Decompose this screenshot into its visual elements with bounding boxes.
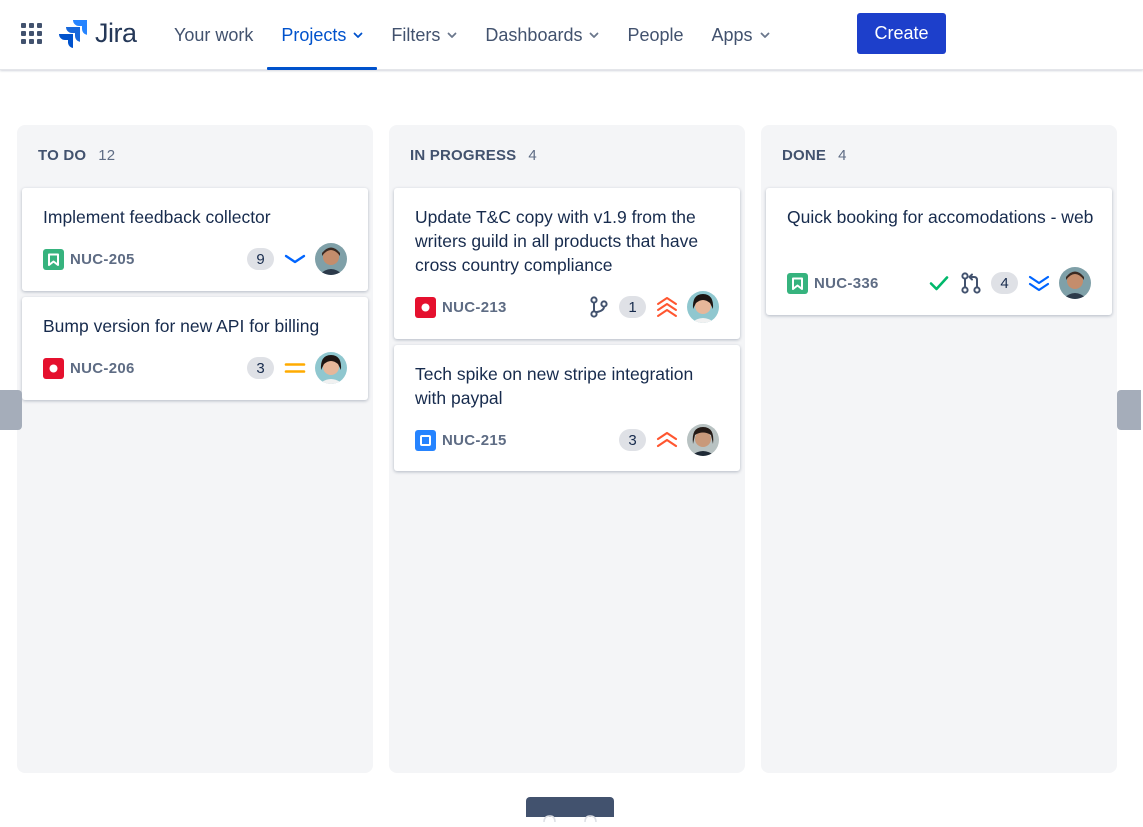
story-points-badge: 3 [619,429,646,451]
issue-title: Update T&C copy with v1.9 from the write… [415,207,699,275]
priority-high-icon [655,428,679,452]
column-count: 4 [528,147,537,164]
nav-label: People [627,24,684,45]
story-icon [787,272,808,294]
nav-projects[interactable]: Projects [267,0,378,70]
app-switcher-icon[interactable] [21,23,42,44]
priority-low-icon [283,247,307,271]
branch-icon [587,295,611,319]
column-header: DONE 4 [782,147,847,164]
board-column-in-progress: IN PROGRESS 4 Update T&C copy with v1.9 … [389,125,745,773]
story-points-badge: 4 [991,272,1018,294]
scroll-right-button[interactable] [1117,390,1141,430]
issue-card[interactable]: Implement feedback collector NUC-205 9 [22,188,368,291]
assignee-avatar[interactable] [315,352,347,384]
chevron-down-icon [354,32,363,38]
check-icon [927,271,951,295]
nav-label: Filters [391,24,441,45]
chevron-down-icon [448,32,457,38]
issue-footer: NUC-336 4 [787,267,1091,299]
nav-people[interactable]: People [613,0,697,70]
top-navigation: Jira Your work Projects Filters Dashboar… [0,0,1143,70]
chevron-down-icon [760,32,769,38]
issue-key[interactable]: NUC-206 [70,360,135,377]
primary-nav: Your work Projects Filters Dashboards Pe… [160,0,784,70]
priority-medium-icon [283,356,307,380]
column-header: IN PROGRESS 4 [410,147,537,164]
issue-key[interactable]: NUC-205 [70,251,135,268]
nav-your-work[interactable]: Your work [160,0,267,70]
story-icon [43,248,64,270]
bug-icon [415,296,436,318]
issue-title: Bump version for new API for billing [43,316,320,336]
column-title: IN PROGRESS [410,147,517,164]
story-points-badge: 1 [619,296,646,318]
story-points-badge: 3 [247,357,274,379]
assignee-avatar[interactable] [687,424,719,456]
issue-key[interactable]: NUC-336 [814,275,879,292]
issue-footer: NUC-205 9 [43,243,347,275]
column-title: TO DO [38,147,87,164]
create-button[interactable]: Create [857,13,946,54]
issue-card[interactable]: Tech spike on new stripe integration wit… [394,345,740,471]
priority-highest-icon [655,295,679,319]
issue-title: Implement feedback collector [43,207,271,227]
bug-icon [43,357,64,379]
nav-label: Projects [281,24,347,45]
nav-label: Dashboards [485,24,583,45]
board-column-done: DONE 4 Quick booking for accomodations -… [761,125,1117,773]
column-count: 4 [838,147,847,164]
logo-text: Jira [95,17,137,48]
chevron-down-icon [590,32,599,38]
issue-title: Tech spike on new stripe integration wit… [415,364,694,408]
issue-footer: NUC-213 1 [415,291,719,323]
task-icon [415,429,436,451]
issue-footer: NUC-215 3 [415,424,719,456]
column-title: DONE [782,147,827,164]
scroll-left-button[interactable] [0,390,22,430]
priority-lowest-icon [1027,271,1051,295]
undo-icon[interactable] [538,809,560,823]
column-header: TO DO 12 [38,147,115,164]
pull-request-icon [959,271,983,295]
issue-title: Quick booking for accomodations - web [787,207,1094,227]
assignee-avatar[interactable] [315,243,347,275]
assignee-avatar[interactable] [1059,267,1091,299]
nav-label: Apps [711,24,753,45]
issue-footer: NUC-206 3 [43,352,347,384]
column-count: 12 [98,147,116,164]
nav-filters[interactable]: Filters [377,0,471,70]
jira-logo-mark [59,20,87,48]
nav-apps[interactable]: Apps [698,0,784,70]
board-column-todo: TO DO 12 Implement feedback collector NU… [17,125,373,773]
issue-card[interactable]: Bump version for new API for billing NUC… [22,297,368,400]
story-points-badge: 9 [247,248,274,270]
bottom-toolbar [526,797,614,823]
issue-key[interactable]: NUC-215 [442,432,507,449]
jira-logo[interactable]: Jira [59,18,137,48]
redo-icon[interactable] [580,809,602,823]
nav-dashboards[interactable]: Dashboards [471,0,613,70]
nav-label: Your work [174,24,254,45]
issue-card[interactable]: Quick booking for accomodations - web NU… [766,188,1112,315]
issue-key[interactable]: NUC-213 [442,299,507,316]
assignee-avatar[interactable] [687,291,719,323]
issue-card[interactable]: Update T&C copy with v1.9 from the write… [394,188,740,339]
